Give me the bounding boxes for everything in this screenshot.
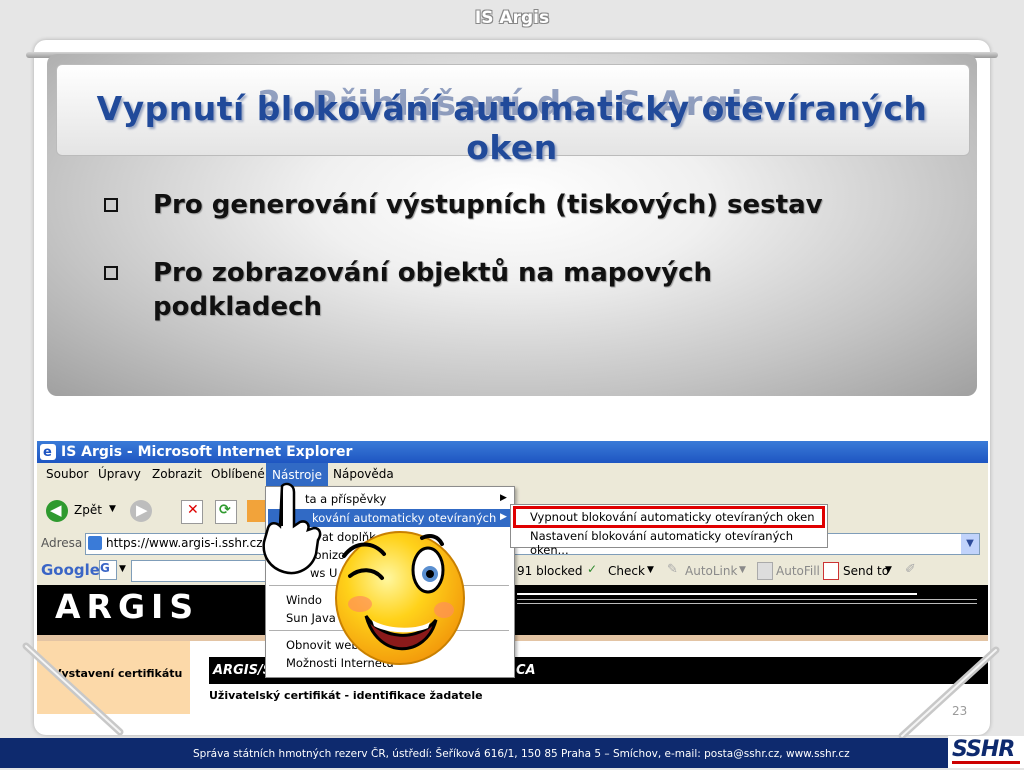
google-logo: Google bbox=[41, 561, 100, 579]
sendto-button[interactable]: Send to bbox=[843, 564, 889, 578]
refresh-icon[interactable]: ⟳ bbox=[215, 500, 237, 524]
autofill-icon[interactable] bbox=[757, 562, 773, 580]
highlight-icon[interactable]: ✐ bbox=[905, 562, 916, 577]
banner-rule bbox=[517, 593, 917, 595]
address-label: Adresa bbox=[41, 536, 83, 550]
banner-rule-3 bbox=[517, 603, 977, 604]
ie-titlebar: e IS Argis - Microsoft Internet Explorer bbox=[37, 441, 988, 463]
back-label[interactable]: Zpět bbox=[74, 503, 102, 517]
page-icon bbox=[88, 536, 102, 550]
footer: Správa státních hmotných rezerv ČR, ústř… bbox=[0, 738, 1024, 768]
decorative-line-right bbox=[898, 646, 1000, 740]
forward-icon[interactable]: ▶ bbox=[130, 500, 152, 522]
autofill-button[interactable]: AutoFill bbox=[776, 564, 820, 578]
menu-oblibene[interactable]: Oblíbené bbox=[211, 467, 265, 481]
submenu-arrow-icon: ▶ bbox=[500, 493, 507, 503]
google-search-input[interactable] bbox=[131, 560, 269, 582]
banner-rule-2 bbox=[517, 599, 977, 600]
popup-blocker-submenu: Vypnout blokování automaticky otevíranýc… bbox=[510, 504, 828, 557]
sshr-logo-bar bbox=[952, 761, 1020, 764]
sendto-icon[interactable] bbox=[823, 562, 839, 580]
google-dropdown-icon[interactable]: ▼ bbox=[119, 564, 126, 574]
check-button[interactable]: Check bbox=[608, 564, 645, 578]
content-header-text: ARGIS/S bbox=[213, 663, 273, 678]
menu-soubor[interactable]: Soubor bbox=[46, 467, 88, 481]
check-dropdown-icon[interactable]: ▼ bbox=[647, 565, 654, 575]
spellcheck-icon[interactable]: ✓ bbox=[587, 562, 597, 576]
menu-napoveda[interactable]: Nápověda bbox=[333, 467, 394, 481]
autolink-button[interactable]: AutoLink bbox=[685, 564, 737, 578]
pointing-hand-icon bbox=[262, 482, 322, 575]
ie-icon: e bbox=[40, 444, 56, 460]
sshr-logo: SSHR bbox=[948, 736, 1024, 768]
bullet-1: Pro generování výstupních (tiskových) se… bbox=[153, 190, 823, 220]
ie-menubar: Soubor Úpravy Zobrazit Oblíbené Nástroje… bbox=[37, 463, 988, 487]
decorative-line-left bbox=[22, 642, 124, 736]
content-subtitle: Uživatelský certifikát - identifikace ža… bbox=[209, 689, 483, 702]
address-dropdown-icon[interactable]: ▼ bbox=[961, 534, 979, 554]
submenu-item-nastaveni[interactable]: Nastavení blokování automaticky otevíran… bbox=[530, 529, 827, 557]
slide-title: Vypnutí blokování automaticky otevíranýc… bbox=[96, 89, 928, 167]
google-g-icon[interactable]: G bbox=[99, 560, 117, 580]
submenu-arrow-icon-active: ▶ bbox=[500, 512, 507, 522]
menu-item-windows-messenger[interactable]: Windo bbox=[286, 593, 322, 607]
back-icon[interactable]: ◀ bbox=[46, 500, 68, 522]
menu-upravy[interactable]: Úpravy bbox=[98, 467, 141, 481]
sshr-logo-text: SSHR bbox=[952, 737, 1015, 762]
stop-icon[interactable]: ✕ bbox=[181, 500, 203, 524]
autolink-icon[interactable]: ✎ bbox=[667, 562, 678, 577]
sendto-dropdown-icon[interactable]: ▼ bbox=[885, 565, 892, 575]
popups-blocked[interactable]: 91 blocked bbox=[517, 564, 583, 578]
winking-smiley-icon bbox=[335, 531, 465, 665]
submenu-item-vypnout[interactable]: Vypnout blokování automaticky otevíranýc… bbox=[530, 510, 815, 524]
ie-window-title: IS Argis - Microsoft Internet Explorer bbox=[61, 444, 353, 460]
autolink-dropdown-icon[interactable]: ▼ bbox=[739, 565, 746, 575]
site-logo: ARGIS bbox=[55, 587, 200, 626]
menu-zobrazit[interactable]: Zobrazit bbox=[152, 467, 202, 481]
content-header-tail: CA bbox=[516, 663, 536, 678]
bullet-checkbox-2 bbox=[104, 265, 118, 284]
footer-text: Správa státních hmotných rezerv ČR, ústř… bbox=[193, 748, 850, 760]
bullet-2: Pro zobrazování objektů na mapových podk… bbox=[153, 258, 713, 322]
back-dropdown-icon[interactable]: ▼ bbox=[109, 504, 116, 514]
page-number: 23 bbox=[952, 704, 968, 718]
bullet-checkbox-1 bbox=[104, 197, 118, 216]
app-title: IS Argis bbox=[474, 8, 550, 28]
